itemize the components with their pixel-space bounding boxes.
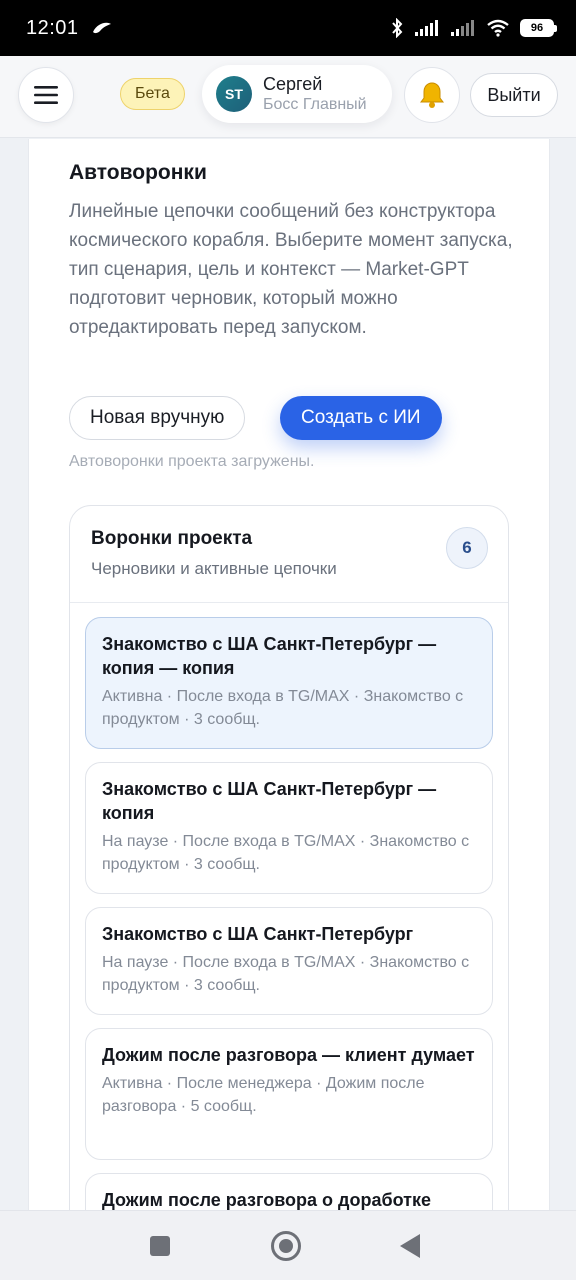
logout-button[interactable]: Выйти bbox=[470, 73, 558, 117]
page-title: Автоворонки bbox=[69, 161, 207, 184]
status-bar: 12:01 96 bbox=[0, 0, 576, 56]
user-role: Босс Главный bbox=[263, 95, 367, 113]
funnel-meta: Активна · После входа в TG/MAX · Знакомс… bbox=[102, 688, 464, 728]
bluetooth-icon bbox=[392, 18, 403, 38]
menu-icon bbox=[34, 86, 58, 104]
status-time: 12:01 bbox=[26, 16, 79, 39]
funnels-panel-subtitle: Черновики и активные цепочки bbox=[91, 559, 337, 578]
list-item[interactable]: Дожим после разговора — клиент думает Ак… bbox=[85, 1028, 493, 1160]
user-profile-chip[interactable]: ST Сергей Босс Главный bbox=[202, 65, 392, 123]
funnel-meta: На паузе · После входа в TG/MAX · Знаком… bbox=[102, 954, 470, 994]
funnels-panel-title: Воронки проекта bbox=[91, 528, 253, 549]
recent-apps-icon[interactable] bbox=[150, 1236, 170, 1256]
main-content: Автоворонки Линейные цепочки сообщений б… bbox=[28, 139, 550, 1210]
funnel-name: Дожим после разговора о доработке bbox=[102, 1190, 431, 1210]
list-item[interactable]: Знакомство с ША Санкт-Петербург — копия … bbox=[85, 617, 493, 749]
app-notification-icon bbox=[92, 22, 111, 34]
user-info: Сергей Босс Главный bbox=[263, 74, 367, 115]
funnel-name: Знакомство с ША Санкт-Петербург — копия bbox=[102, 779, 437, 823]
bell-icon bbox=[420, 82, 444, 108]
funnels-count-badge: 6 bbox=[446, 527, 488, 569]
menu-button[interactable] bbox=[18, 67, 74, 123]
list-item[interactable]: Знакомство с ША Санкт-Петербург — копия … bbox=[85, 762, 493, 894]
notifications-button[interactable] bbox=[404, 67, 460, 123]
create-with-ai-button[interactable]: Создать с ИИ bbox=[280, 396, 442, 440]
funnel-name: Знакомство с ША Санкт-Петербург bbox=[102, 924, 414, 944]
system-nav-bar bbox=[0, 1210, 576, 1280]
page-description: Линейные цепочки сообщений без конструкт… bbox=[69, 201, 513, 338]
signal-icon-secondary bbox=[451, 20, 474, 36]
wifi-icon bbox=[487, 19, 509, 37]
funnel-name: Дожим после разговора — клиент думает bbox=[102, 1045, 475, 1065]
battery-indicator: 96 bbox=[520, 19, 557, 37]
user-name: Сергей bbox=[263, 73, 323, 94]
app-header: Бета ST Сергей Босс Главный Выйти bbox=[0, 56, 576, 138]
avatar: ST bbox=[216, 76, 252, 112]
funnel-meta: На паузе · После входа в TG/MAX · Знаком… bbox=[102, 833, 470, 873]
signal-icon bbox=[415, 20, 438, 36]
load-status-text: Автоворонки проекта загружены. bbox=[69, 453, 315, 470]
list-item[interactable]: Знакомство с ША Санкт-Петербург На паузе… bbox=[85, 907, 493, 1015]
list-item[interactable]: Дожим после разговора о доработке bbox=[85, 1173, 493, 1210]
home-icon[interactable] bbox=[271, 1231, 301, 1261]
funnel-meta: Активна · После менеджера · Дожим после … bbox=[102, 1075, 425, 1115]
back-icon[interactable] bbox=[400, 1234, 420, 1258]
funnels-panel: Воронки проекта Черновики и активные цеп… bbox=[69, 505, 509, 1210]
new-manual-button[interactable]: Новая вручную bbox=[69, 396, 246, 440]
funnel-name: Знакомство с ША Санкт-Петербург — копия … bbox=[102, 634, 437, 678]
status-icons: 96 bbox=[390, 18, 557, 38]
funnels-panel-header: Воронки проекта Черновики и активные цеп… bbox=[70, 506, 508, 603]
beta-badge: Бета bbox=[120, 78, 185, 110]
